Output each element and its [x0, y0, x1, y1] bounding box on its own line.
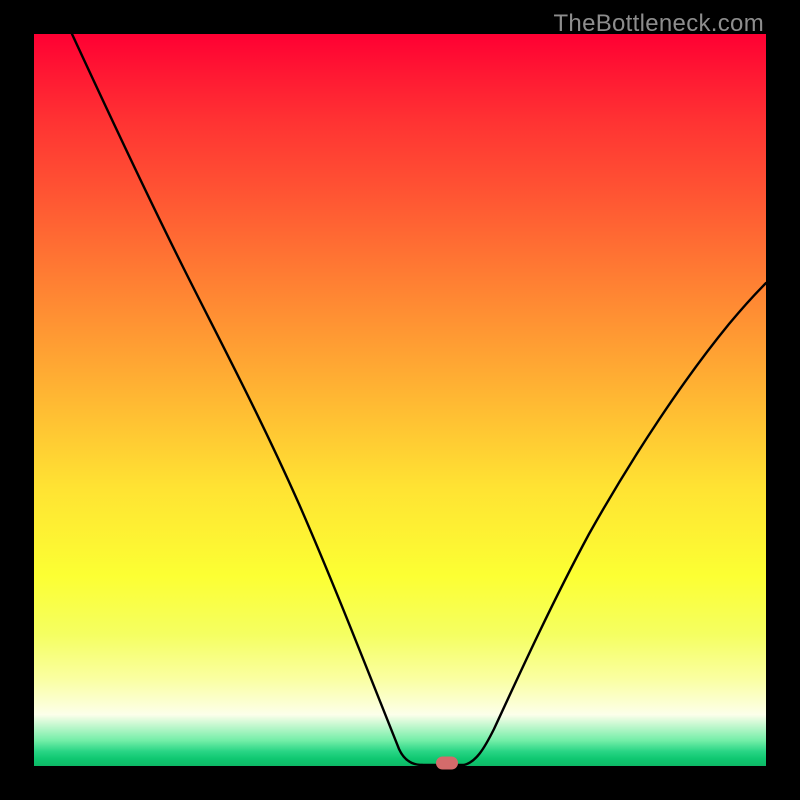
chart-frame: TheBottleneck.com	[0, 0, 800, 800]
bottleneck-curve	[34, 34, 766, 766]
watermark-text: TheBottleneck.com	[553, 10, 764, 38]
plot-area	[34, 34, 766, 766]
optimal-marker	[436, 757, 458, 770]
